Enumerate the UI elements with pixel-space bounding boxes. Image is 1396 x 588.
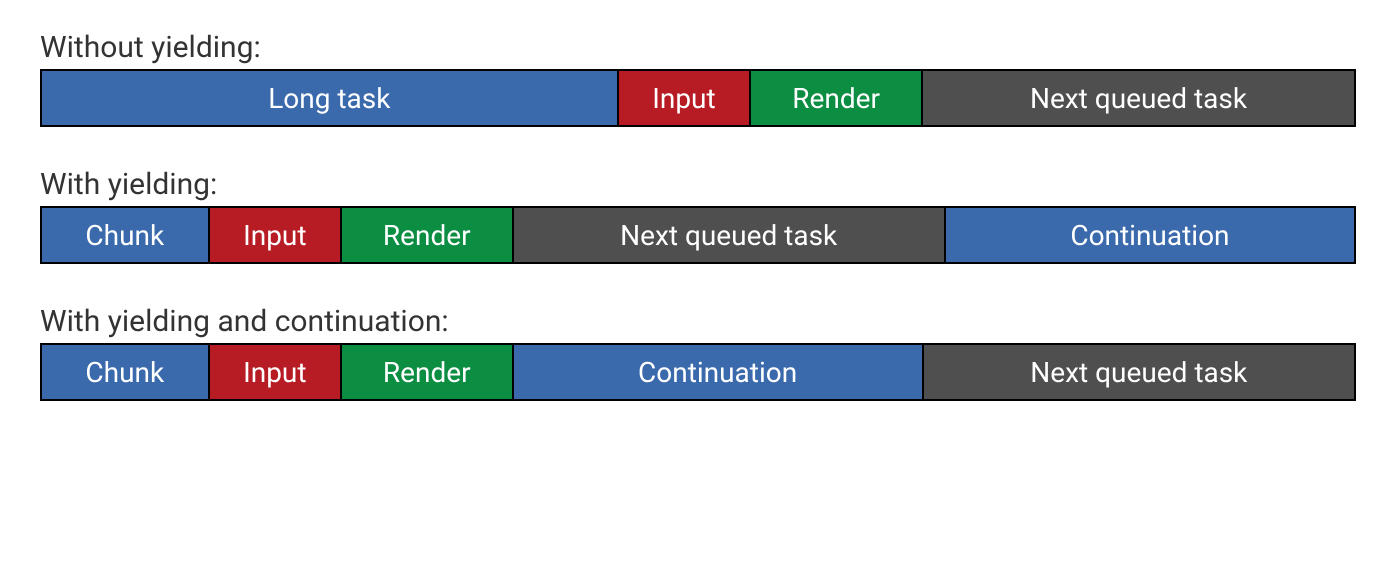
- diagram-root: Without yielding:Long taskInputRenderNex…: [40, 30, 1356, 401]
- task-block: Input: [210, 343, 342, 401]
- task-block: Long task: [40, 69, 619, 127]
- bar-row: Long taskInputRenderNext queued task: [40, 69, 1356, 127]
- task-block: Next queued task: [923, 69, 1356, 127]
- section: With yielding and continuation: ChunkInpu…: [40, 304, 1356, 401]
- section: With yielding: ChunkInputRenderNext queue…: [40, 167, 1356, 264]
- task-block: Render: [342, 206, 514, 264]
- task-block: Next queued task: [924, 343, 1356, 401]
- task-block: Continuation: [514, 343, 924, 401]
- section-title: With yielding and continuation:: [40, 304, 1356, 339]
- bar-row: ChunkInputRenderContinuationNext queued …: [40, 343, 1356, 401]
- task-block: Input: [619, 69, 752, 127]
- task-block: Continuation: [946, 206, 1356, 264]
- bar-row: ChunkInputRenderNext queued taskContinua…: [40, 206, 1356, 264]
- task-block: Input: [210, 206, 342, 264]
- section-title: Without yielding:: [40, 30, 1356, 65]
- section: Without yielding: Long taskInputRenderNex…: [40, 30, 1356, 127]
- task-block: Render: [751, 69, 923, 127]
- task-block: Render: [342, 343, 514, 401]
- section-title: With yielding:: [40, 167, 1356, 202]
- task-block: Chunk: [40, 343, 210, 401]
- task-block: Chunk: [40, 206, 210, 264]
- task-block: Next queued task: [514, 206, 946, 264]
